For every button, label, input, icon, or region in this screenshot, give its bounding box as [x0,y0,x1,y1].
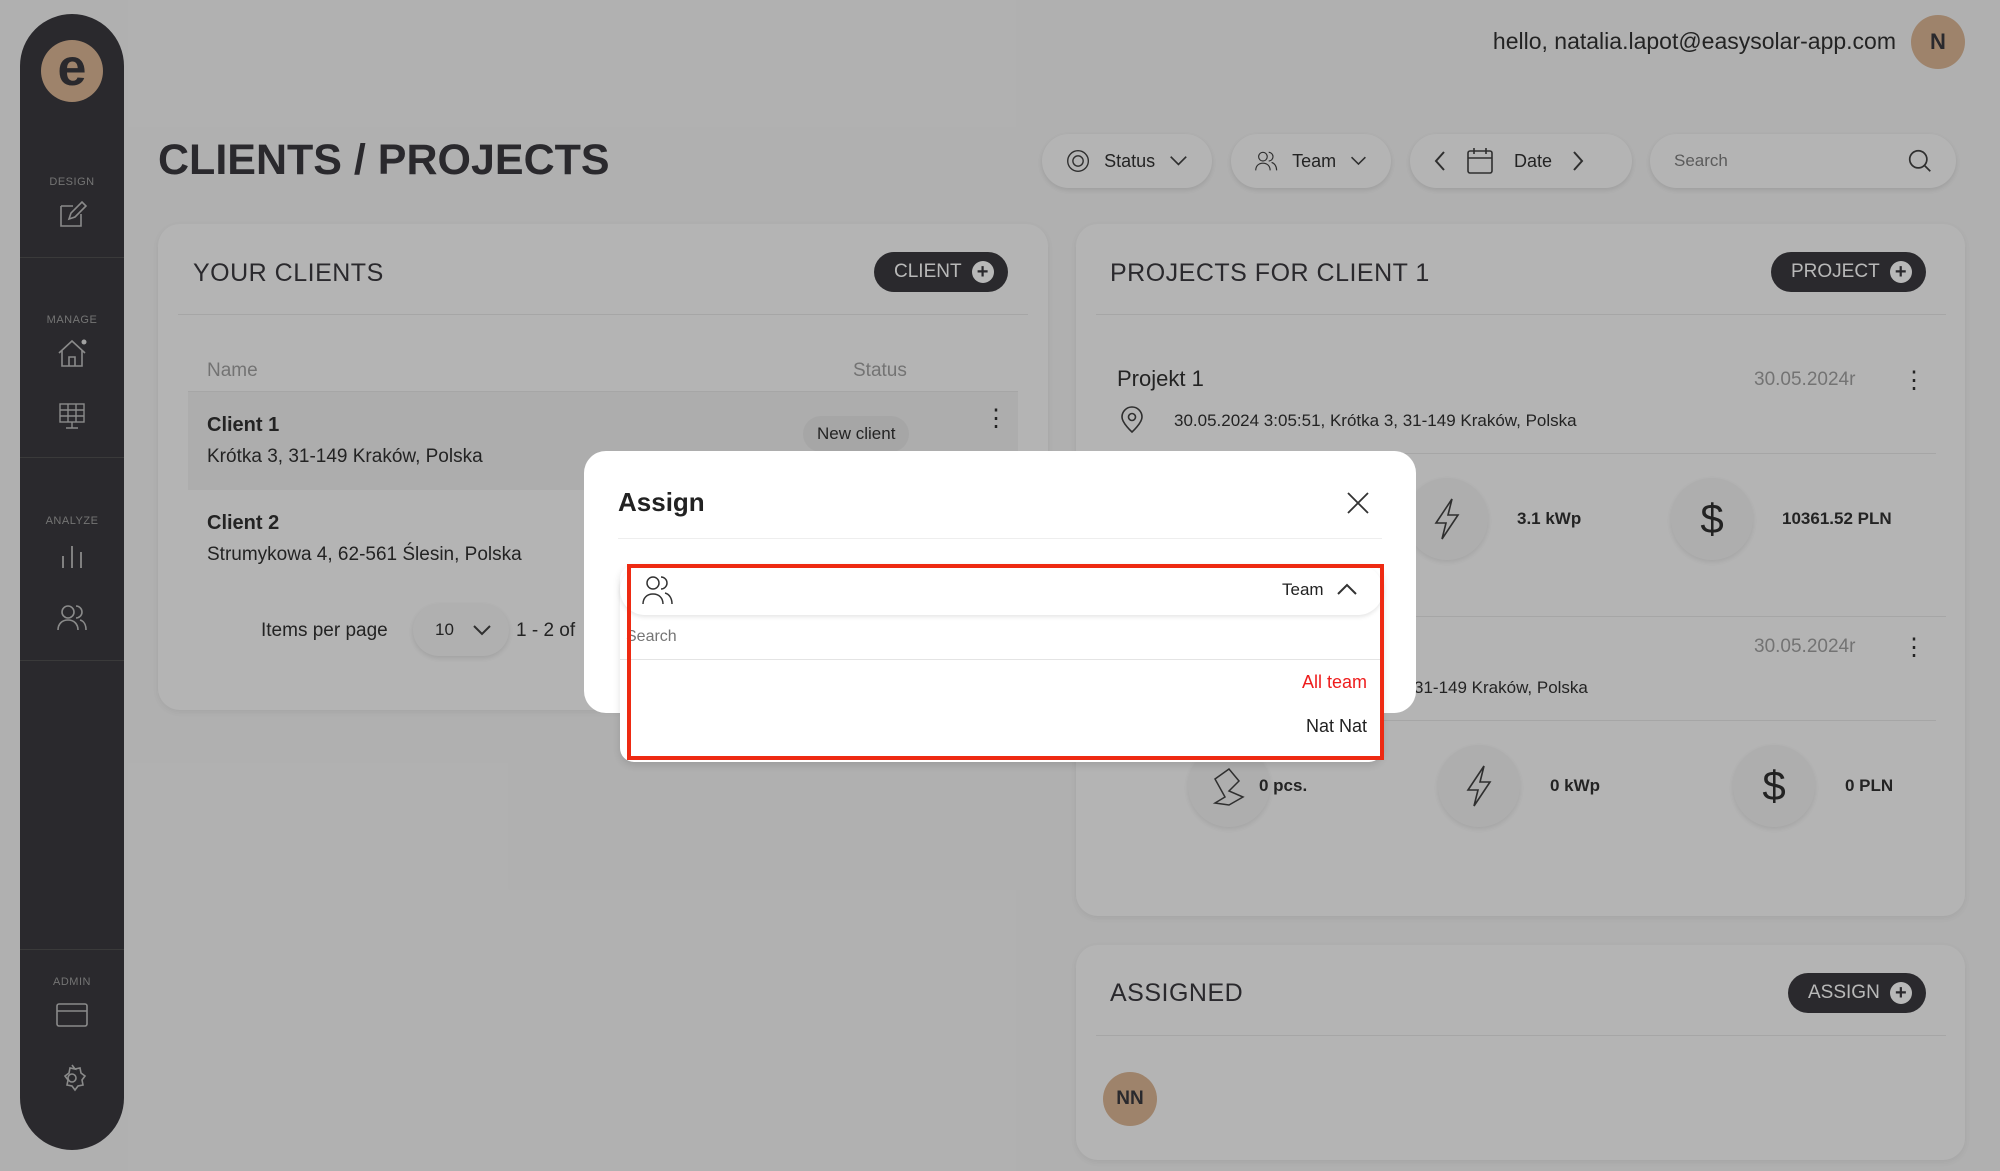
highlight-box [627,564,1384,760]
close-icon[interactable] [1346,491,1370,515]
modal-title: Assign [618,487,705,517]
divider [618,538,1382,539]
